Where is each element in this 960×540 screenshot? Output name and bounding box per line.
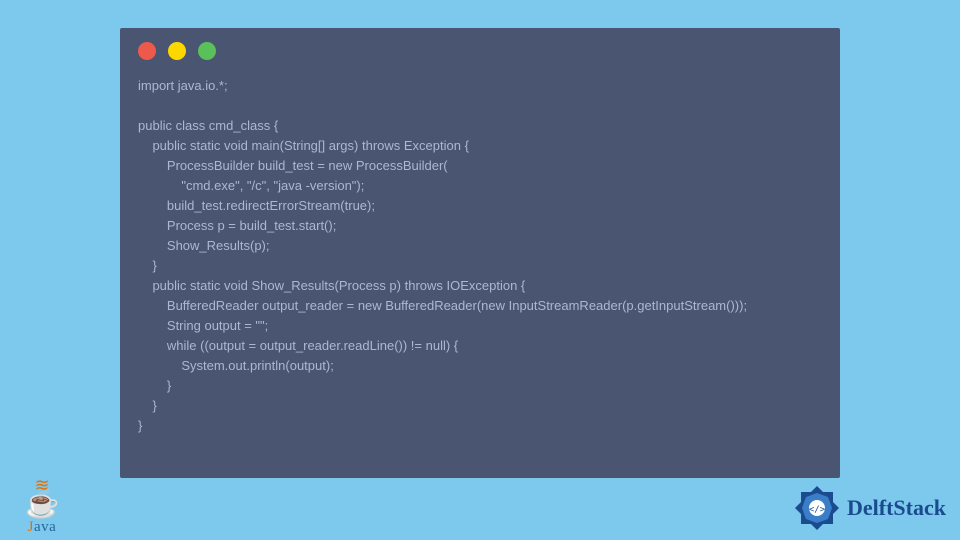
minimize-icon[interactable]	[168, 42, 186, 60]
window-titlebar	[120, 28, 840, 70]
delftstack-badge-icon: </>	[793, 484, 841, 532]
java-logo: ≋ ☕ Java	[14, 480, 70, 536]
java-logo-text: Java	[14, 519, 70, 536]
delftstack-text: DelftStack	[847, 495, 946, 521]
delftstack-logo: </> DelftStack	[793, 484, 946, 532]
code-content: import java.io.*; public class cmd_class…	[120, 70, 840, 442]
close-icon[interactable]	[138, 42, 156, 60]
svg-text:</>: </>	[809, 505, 826, 515]
code-window: import java.io.*; public class cmd_class…	[120, 28, 840, 478]
maximize-icon[interactable]	[198, 42, 216, 60]
java-cup-icon: ☕	[14, 491, 70, 519]
